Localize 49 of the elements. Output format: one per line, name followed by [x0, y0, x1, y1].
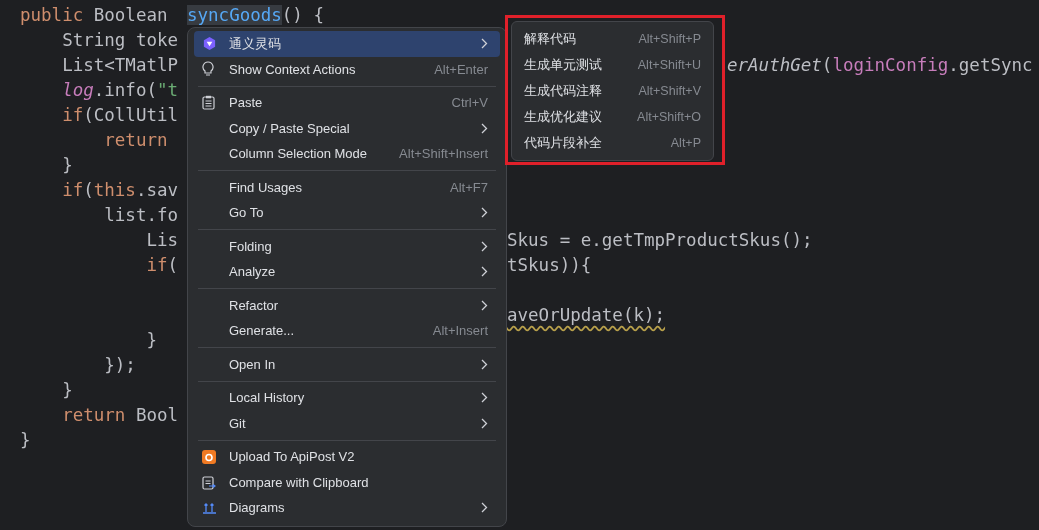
code-line: return Bool — [61, 405, 179, 425]
code-line: Skus = e.getTmpProductSkus(); — [507, 230, 813, 250]
menu-item[interactable]: Column Selection Mode Alt+Shift+Insert — [194, 141, 500, 167]
menu-item[interactable]: Git — [194, 410, 500, 436]
menu-item[interactable]: Upload To ApiPost V2 — [194, 444, 500, 470]
menu-item[interactable]: 代码片段补全 Alt+P — [518, 130, 707, 156]
code-line: } — [61, 155, 73, 175]
code-line: list.fo — [103, 205, 179, 225]
menu-item[interactable]: Refactor — [194, 292, 500, 318]
code-line: } — [20, 430, 31, 450]
menu-item[interactable]: Diagrams — [194, 495, 500, 521]
code-line: aveOrUpdate(k); — [507, 305, 666, 325]
menu-item[interactable]: Find Usages Alt+F7 — [194, 174, 500, 200]
code-line: log.info("t — [61, 80, 179, 100]
menu-item[interactable]: 解释代码 Alt+Shift+P — [518, 26, 707, 52]
code-line: public Boolean — [20, 5, 169, 25]
menu-item[interactable]: Show Context Actions Alt+Enter — [194, 56, 500, 82]
menu-item[interactable]: 生成优化建议 Alt+Shift+O — [518, 104, 707, 130]
apipost-icon — [202, 449, 216, 464]
menu-item[interactable]: Analyze — [194, 259, 500, 285]
menu-item[interactable]: 生成代码注释 Alt+Shift+V — [518, 78, 707, 104]
compare-clipboard-icon — [202, 474, 216, 490]
code-line: if(this.sav — [61, 180, 179, 200]
menu-item[interactable]: Local History — [194, 385, 500, 411]
code-line: tSkus)){ — [507, 255, 592, 275]
code-line: }); — [103, 355, 136, 375]
code-line: } — [145, 330, 157, 350]
code-line: if(CollUtil — [61, 105, 179, 125]
code-line: Lis — [145, 230, 179, 250]
code-line: syncGoods() { — [187, 5, 324, 25]
code-line: } — [61, 380, 73, 400]
code-line: if( — [145, 255, 179, 275]
code-line: return — [103, 130, 169, 150]
clipboard-icon — [202, 95, 215, 111]
menu-item[interactable]: Compare with Clipboard — [194, 469, 500, 495]
menu-item[interactable]: Folding — [194, 233, 500, 259]
code-line: erAuthGet(loginConfig.getSync — [727, 55, 1033, 75]
diagram-icon — [202, 501, 217, 515]
menu-item[interactable]: Generate... Alt+Insert — [194, 318, 500, 344]
menu-item[interactable]: Open In — [194, 351, 500, 377]
menu-item[interactable]: 通义灵码 — [194, 31, 500, 57]
menu-item[interactable]: Go To — [194, 200, 500, 226]
logo-icon — [202, 36, 217, 52]
menu-item[interactable]: Paste Ctrl+V — [194, 90, 500, 116]
lightbulb-icon — [202, 61, 214, 78]
menu-item[interactable]: Copy / Paste Special — [194, 115, 500, 141]
menu-item[interactable]: 生成单元测试 Alt+Shift+U — [518, 52, 707, 78]
code-line: String toke — [61, 30, 179, 50]
code-line: List<TMatlP — [61, 55, 179, 75]
